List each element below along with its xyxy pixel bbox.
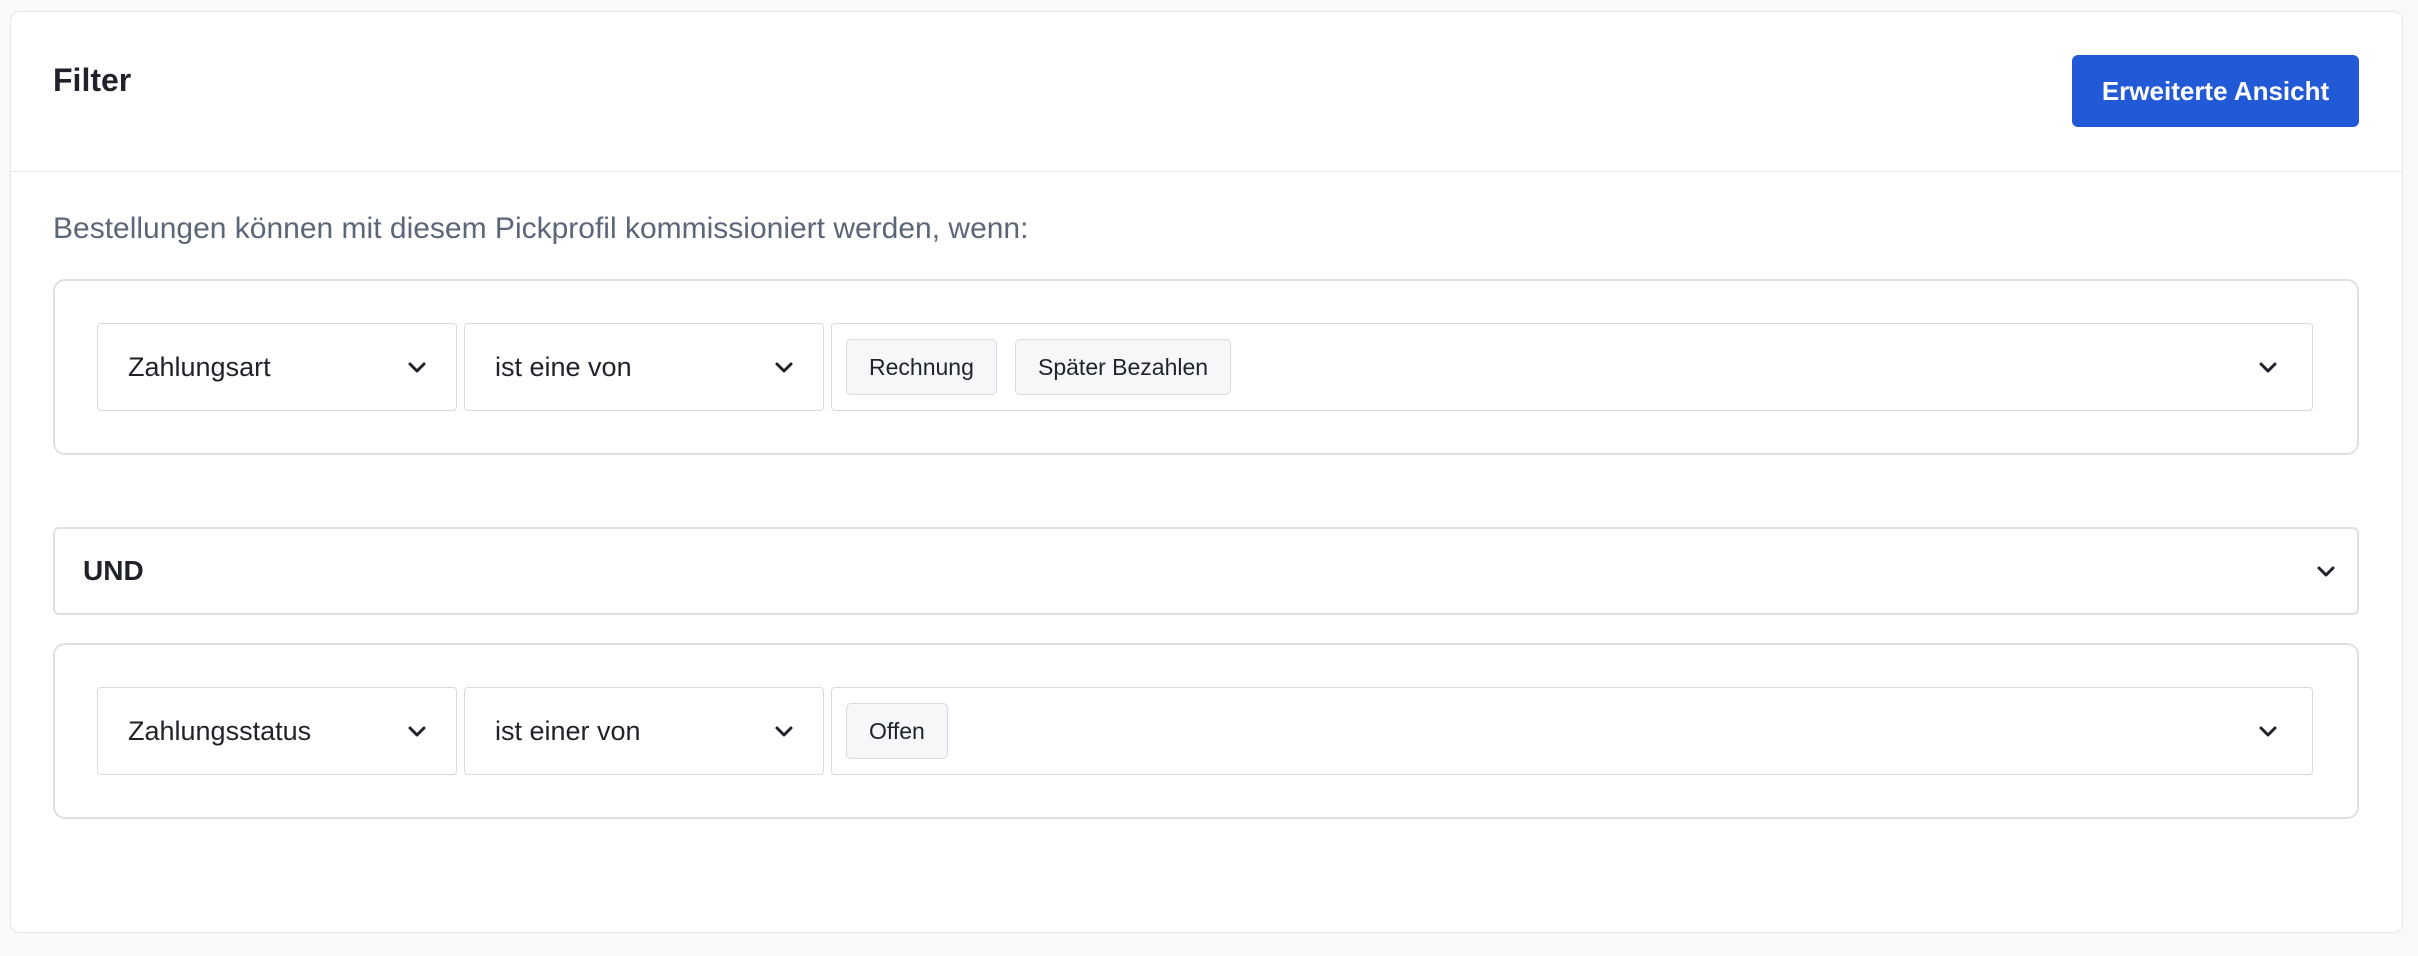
field-select[interactable]: Zahlungsstatus xyxy=(97,687,457,775)
chevron-down-icon xyxy=(773,356,795,378)
chevron-down-icon xyxy=(2315,560,2337,582)
field-select-value: Zahlungsstatus xyxy=(128,716,312,746)
operator-select-value: ist einer von xyxy=(495,716,641,746)
card-header: Filter Erweiterte Ansicht xyxy=(11,12,2402,172)
logic-operator-select[interactable]: UND xyxy=(53,527,2359,615)
value-tag[interactable]: Später Bezahlen xyxy=(1015,339,1232,395)
value-tag[interactable]: Offen xyxy=(846,703,948,759)
operator-select-value: ist eine von xyxy=(495,352,632,382)
field-select[interactable]: Zahlungsart xyxy=(97,323,457,411)
operator-select[interactable]: ist eine von xyxy=(464,323,824,411)
filter-group-1: Zahlungsart ist eine von Rechnung Später… xyxy=(53,279,2359,455)
filter-group-2: Zahlungsstatus ist einer von Offen xyxy=(53,643,2359,819)
operator-select[interactable]: ist einer von xyxy=(464,687,824,775)
value-tag[interactable]: Rechnung xyxy=(846,339,997,395)
chevron-down-icon xyxy=(773,720,795,742)
values-multiselect[interactable]: Offen xyxy=(831,687,2313,775)
chevron-down-icon xyxy=(406,720,428,742)
logic-operator-value: UND xyxy=(83,555,144,586)
values-multiselect[interactable]: Rechnung Später Bezahlen xyxy=(831,323,2313,411)
field-select-value: Zahlungsart xyxy=(128,352,271,382)
filter-card: Filter Erweiterte Ansicht Bestellungen k… xyxy=(10,11,2403,933)
card-title: Filter xyxy=(53,62,132,98)
chevron-down-icon xyxy=(406,356,428,378)
chevron-down-icon xyxy=(2257,356,2279,378)
chevron-down-icon xyxy=(2257,720,2279,742)
advanced-view-button[interactable]: Erweiterte Ansicht xyxy=(2072,55,2359,127)
filter-description: Bestellungen können mit diesem Pickprofi… xyxy=(53,212,1029,245)
